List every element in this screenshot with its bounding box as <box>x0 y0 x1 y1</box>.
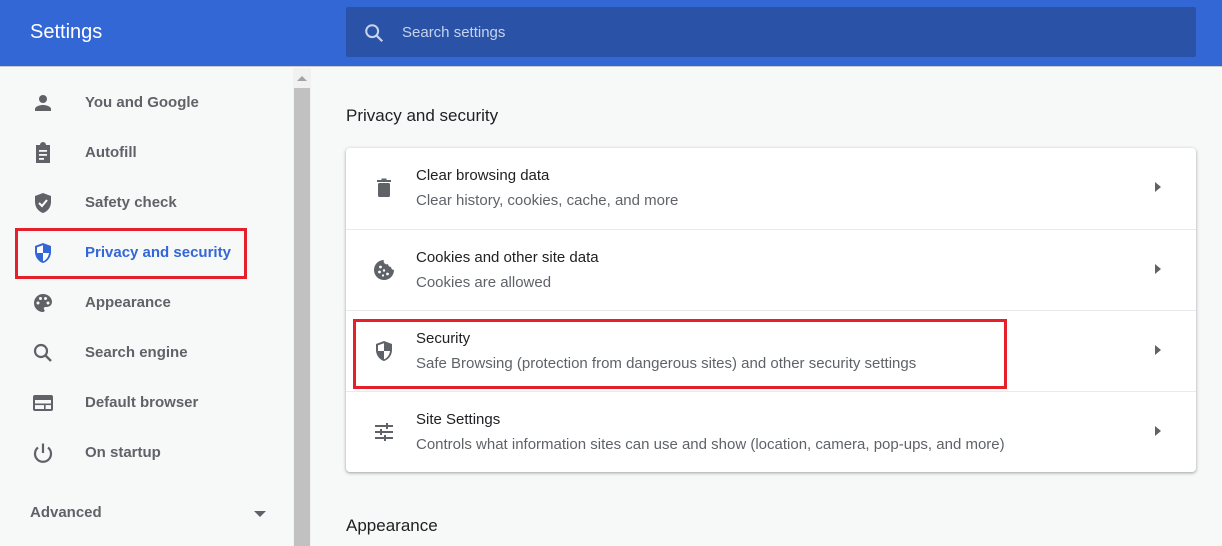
highlight-box <box>353 319 1007 389</box>
scrollbar-thumb[interactable] <box>294 88 310 546</box>
browser-window-icon <box>33 395 53 411</box>
row-subtitle: Clear history, cookies, cache, and more <box>416 192 679 209</box>
settings-header: Settings <box>0 0 1222 67</box>
sidebar-item-you-and-google[interactable]: You and Google <box>0 78 293 128</box>
sidebar-item-on-startup[interactable]: On startup <box>0 428 293 478</box>
row-subtitle: Controls what information sites can use … <box>416 436 1005 453</box>
search-input[interactable] <box>402 7 1162 57</box>
sidebar-item-search-engine[interactable]: Search engine <box>0 328 293 378</box>
section-title-appearance: Appearance <box>346 516 438 535</box>
sidebar-item-label: Default browser <box>85 394 199 411</box>
advanced-label: Advanced <box>30 504 102 521</box>
row-subtitle: Cookies are allowed <box>416 274 552 291</box>
sidebar-item-label: Safety check <box>85 194 177 211</box>
power-icon <box>33 443 53 463</box>
sidebar-item-label: Autofill <box>85 144 137 161</box>
clipboard-icon <box>36 142 50 163</box>
tune-sliders-icon <box>375 423 393 441</box>
sidebar-item-label: You and Google <box>85 94 199 111</box>
sidebar-item-label: Search engine <box>85 344 188 361</box>
row-title: Cookies and other site data <box>416 249 599 266</box>
row-title: Site Settings <box>416 411 501 428</box>
highlight-box <box>15 228 247 279</box>
main-content: Privacy and security Clear browsing data… <box>311 68 1222 546</box>
cookie-icon <box>374 260 394 280</box>
search-box[interactable] <box>346 7 1196 57</box>
app-title: Settings <box>30 21 103 43</box>
chevron-right-icon <box>1155 426 1161 436</box>
caret-down-icon <box>254 511 266 517</box>
sidebar-item-default-browser[interactable]: Default browser <box>0 378 293 428</box>
chevron-right-icon <box>1155 182 1161 192</box>
sidebar-item-autofill[interactable]: Autofill <box>0 128 293 178</box>
search-icon <box>33 343 52 362</box>
sidebar-item-label: Appearance <box>85 294 171 311</box>
row-clear-browsing-data[interactable]: Clear browsing data Clear history, cooki… <box>346 148 1196 229</box>
palette-icon <box>34 294 52 312</box>
privacy-settings-card: Clear browsing data Clear history, cooki… <box>346 148 1196 472</box>
chevron-right-icon <box>1155 264 1161 274</box>
shield-check-icon <box>35 193 51 213</box>
row-title: Clear browsing data <box>416 167 550 184</box>
sidebar-item-safety-check[interactable]: Safety check <box>0 178 293 228</box>
sidebar-scrollbar[interactable] <box>293 68 311 546</box>
trash-icon <box>377 178 391 197</box>
sidebar: You and Google Autofill Safety check Pri… <box>0 68 293 546</box>
sidebar-item-label: On startup <box>85 444 161 461</box>
scroll-up-arrow-icon[interactable] <box>297 76 307 81</box>
sidebar-item-appearance[interactable]: Appearance <box>0 278 293 328</box>
search-icon <box>365 24 384 43</box>
person-icon <box>35 95 51 111</box>
chevron-right-icon <box>1155 345 1161 355</box>
row-site-settings[interactable]: Site Settings Controls what information … <box>346 391 1196 472</box>
advanced-toggle[interactable]: Advanced <box>30 504 270 524</box>
section-title: Privacy and security <box>346 106 499 125</box>
row-cookies[interactable]: Cookies and other site data Cookies are … <box>346 229 1196 310</box>
